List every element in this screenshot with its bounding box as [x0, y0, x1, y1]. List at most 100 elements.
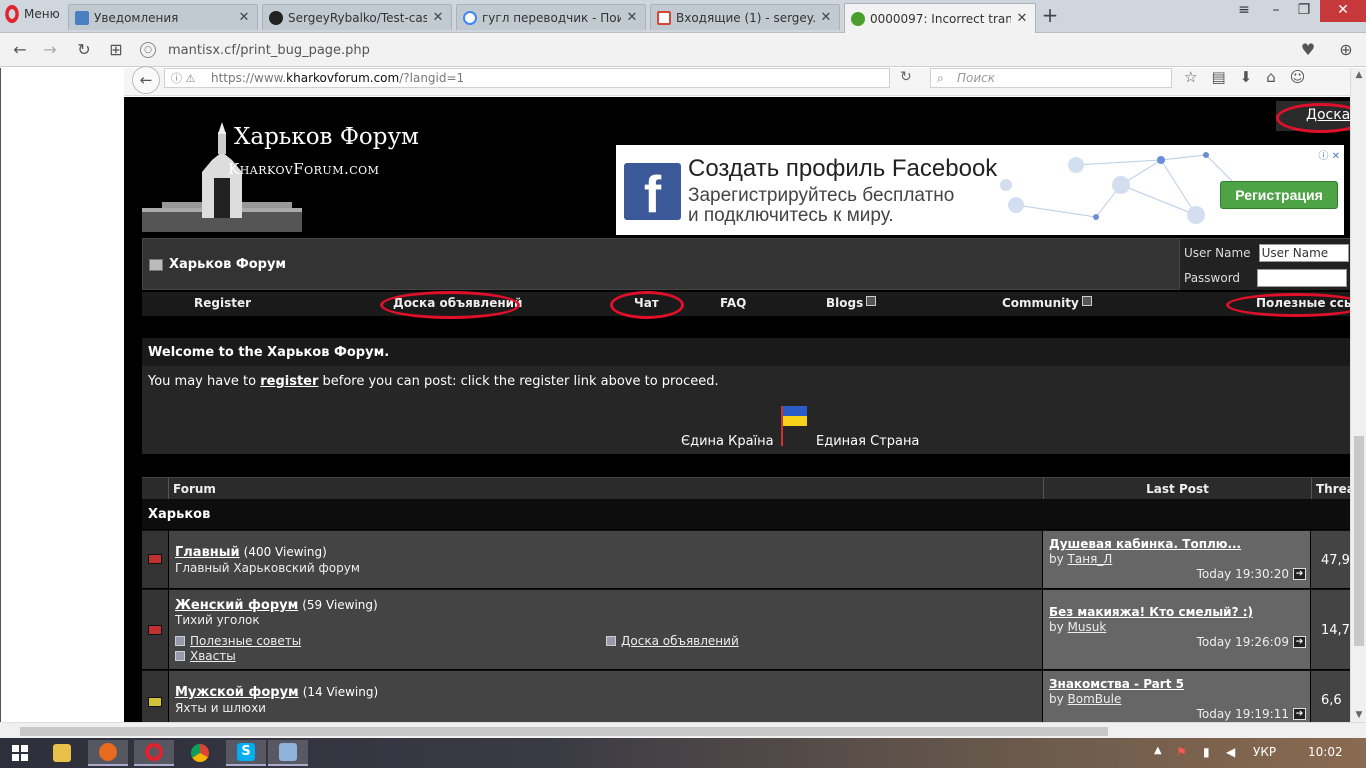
- download-icon[interactable]: ⊕: [1336, 40, 1356, 60]
- close-icon[interactable]: ✕: [625, 10, 639, 25]
- file-explorer-icon[interactable]: [42, 740, 82, 766]
- url-field[interactable]: ○ mantisx.cf/print_bug_page.php: [140, 38, 1280, 62]
- inner-toolbar-icons: ☆ ▤ ⬇ ⌂ ☺: [1184, 68, 1305, 86]
- skype-icon: S: [237, 743, 255, 761]
- keyboard-language[interactable]: УКР: [1253, 745, 1276, 759]
- nav-register[interactable]: Register: [194, 296, 251, 310]
- go-to-post-icon[interactable]: ➔: [1293, 708, 1306, 720]
- google-favicon-icon: [463, 10, 477, 25]
- snipping-tool-taskbar-icon[interactable]: [268, 740, 308, 766]
- subforum-label: Хвасты: [190, 649, 236, 663]
- last-post-title[interactable]: Душевая кабинка. Топлю...: [1049, 537, 1241, 551]
- subforum-icon: [175, 636, 185, 646]
- username-label: User Name: [1184, 246, 1251, 260]
- subforum-link[interactable]: Доска объявлений: [606, 634, 739, 648]
- tab-title: Уведомления: [94, 10, 179, 25]
- go-to-post-icon[interactable]: ➔: [1293, 568, 1306, 580]
- author-link[interactable]: Таня_Л: [1068, 552, 1113, 566]
- windows-start-icon[interactable]: [0, 740, 40, 766]
- tab-mantis-active[interactable]: 0000097: Incorrect translation ✕: [844, 3, 1036, 33]
- opera-taskbar-icon[interactable]: [134, 740, 174, 766]
- section-kharkov[interactable]: Харьков: [142, 499, 1350, 529]
- window-close-icon[interactable]: ✕: [1320, 0, 1366, 22]
- volume-icon[interactable]: ◀: [1226, 745, 1235, 759]
- scrollbar-thumb[interactable]: [20, 727, 1108, 736]
- nav-faq[interactable]: FAQ: [720, 296, 746, 310]
- folder-icon: [53, 744, 71, 762]
- table-row: Женский форум (59 Viewing) Тихий уголок П…: [142, 589, 1350, 669]
- threads-count: 47,9: [1311, 531, 1350, 588]
- scroll-up-icon[interactable]: ▲: [1351, 70, 1366, 80]
- close-icon[interactable]: ✕: [1015, 11, 1029, 26]
- clock[interactable]: 10:02: [1308, 745, 1343, 759]
- tray-expand-icon[interactable]: ▲: [1154, 745, 1162, 756]
- close-icon[interactable]: ✕: [431, 10, 445, 25]
- tab-gmail[interactable]: Входящие (1) - sergey.rybalko ✕: [650, 4, 840, 30]
- tab-title: SergeyRybalko/Test-cases: [288, 10, 427, 25]
- inner-search-field: ⌕ Поиск: [930, 68, 1172, 88]
- threads-count: 14,7: [1311, 590, 1350, 669]
- tab-menu-icon[interactable]: ≡: [1230, 0, 1258, 22]
- notifications-favicon-icon: [75, 10, 89, 25]
- opera-menu-button[interactable]: Меню: [0, 0, 64, 28]
- forum-name: Главный: [175, 545, 240, 560]
- welcome-pre: You may have to: [148, 374, 261, 389]
- nav-blogs[interactable]: Blogs: [826, 296, 877, 310]
- network-warning-icon[interactable]: ⚑: [1176, 745, 1187, 759]
- scrollbar-thumb[interactable]: [1354, 436, 1364, 646]
- close-icon[interactable]: ✕: [819, 10, 833, 25]
- last-post-title[interactable]: Знакомства - Part 5: [1049, 677, 1184, 691]
- breadcrumb-home[interactable]: Харьков Форум: [149, 257, 286, 272]
- subforum-link[interactable]: Хвасты: [175, 649, 236, 663]
- tab-github[interactable]: SergeyRybalko/Test-cases ✕: [262, 4, 452, 30]
- forum-link[interactable]: Мужской форум (14 Viewing): [175, 685, 378, 700]
- subforum-link[interactable]: Полезные советы: [175, 634, 301, 648]
- nav-community-label: Community: [1002, 296, 1079, 310]
- forum-link[interactable]: Главный (400 Viewing): [175, 545, 327, 560]
- battery-icon[interactable]: ▮: [1203, 745, 1210, 759]
- firefox-taskbar-icon[interactable]: [88, 740, 128, 766]
- facebook-ad-banner[interactable]: f Создать профиль Facebook Зарегистрируй…: [616, 145, 1344, 235]
- site-info-icon[interactable]: ○: [140, 42, 156, 58]
- scroll-down-icon[interactable]: ▼: [1351, 710, 1366, 720]
- forum-old-posts-icon: [148, 697, 162, 707]
- windows-logo-icon: [12, 745, 28, 761]
- welcome-text: You may have to register before you can …: [148, 374, 719, 389]
- nav-community[interactable]: Community: [1002, 296, 1092, 310]
- welcome-register-link[interactable]: register: [260, 374, 318, 389]
- skype-taskbar-icon[interactable]: S: [226, 740, 266, 766]
- tab-notifications[interactable]: Уведомления ✕: [68, 4, 258, 30]
- username-input[interactable]: [1258, 244, 1349, 262]
- heart-bookmark-icon[interactable]: ♥: [1298, 40, 1318, 60]
- close-icon[interactable]: ✕: [237, 10, 251, 25]
- inner-search-icon: ⌕: [937, 71, 944, 85]
- maximize-icon[interactable]: ❐: [1290, 0, 1318, 22]
- table-row: Главный (400 Viewing) Главный Харьковский…: [142, 530, 1350, 588]
- flag-caption-ukr: Єдина Країна: [681, 434, 774, 449]
- speed-dial-grid-icon[interactable]: ⊞: [106, 40, 126, 60]
- forward-arrow-icon[interactable]: →: [40, 40, 60, 60]
- forum-link[interactable]: Женский форум (59 Viewing): [175, 598, 378, 613]
- new-tab-button[interactable]: +: [1041, 5, 1059, 25]
- author-link[interactable]: Musuk: [1068, 620, 1107, 634]
- vertical-scrollbar[interactable]: ▲ ▼: [1350, 68, 1366, 722]
- forum-logo[interactable]: Харьков Форум KharkovForum.com: [142, 122, 419, 234]
- reload-icon[interactable]: ↻: [74, 40, 94, 60]
- back-arrow-icon[interactable]: ←: [10, 40, 30, 60]
- go-to-post-icon[interactable]: ➔: [1293, 636, 1306, 648]
- tab-google-search[interactable]: гугл переводчик - Поиск ✕: [456, 4, 646, 30]
- minimize-icon[interactable]: –: [1262, 0, 1290, 22]
- home-icon: ⌂: [1266, 68, 1276, 86]
- last-post-author: by BomBule: [1049, 692, 1121, 706]
- by-label: by: [1049, 552, 1068, 566]
- ad-close-icon[interactable]: ⓘ ✕: [1318, 147, 1340, 162]
- inner-back-icon: ←: [132, 66, 160, 94]
- ad-register-button[interactable]: Регистрация: [1220, 181, 1338, 209]
- last-post-title[interactable]: Без макияжа! Кто смелый? :): [1049, 605, 1253, 619]
- chrome-taskbar-icon[interactable]: [180, 740, 220, 766]
- nav-blogs-label: Blogs: [826, 296, 864, 310]
- horizontal-scrollbar[interactable]: [0, 722, 1366, 738]
- reading-list-icon: ▤: [1211, 68, 1226, 86]
- password-input[interactable]: [1257, 269, 1348, 287]
- author-link[interactable]: BomBule: [1068, 692, 1122, 706]
